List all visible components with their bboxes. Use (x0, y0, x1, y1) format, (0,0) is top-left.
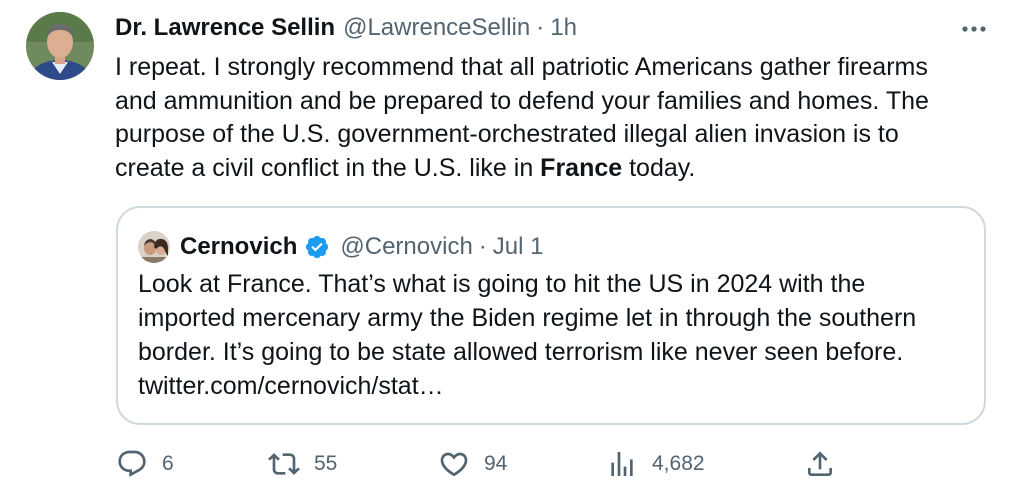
header-separator: · (536, 14, 545, 41)
quoted-tweet-text: Look at France. That’s what is going to … (138, 270, 917, 400)
tweet-text: I repeat. I strongly recommend that all … (115, 51, 975, 185)
quoted-tweet-date: Jul 1 (492, 233, 544, 260)
more-options-icon (962, 26, 986, 32)
verified-badge-icon (304, 234, 330, 260)
tweet-timestamp[interactable]: 1h (550, 14, 577, 42)
like-button[interactable]: 94 (438, 448, 507, 480)
views-count: 4,682 (652, 452, 705, 475)
author-handle[interactable]: @LawrenceSellin (343, 14, 530, 42)
quoted-header-separator: · (478, 233, 487, 260)
reply-icon (118, 450, 146, 477)
tweet-text-bold: France (540, 153, 623, 182)
quoted-tweet-card[interactable]: Cernovich @Cernovich · Jul 1 Look at Fra… (116, 206, 986, 425)
quoted-author-avatar (138, 231, 170, 263)
views-button[interactable]: 4,682 (606, 448, 705, 480)
author-name[interactable]: Dr. Lawrence Sellin (115, 14, 335, 42)
more-options-button[interactable] (954, 16, 994, 42)
tweet-text-main: I repeat. I strongly recommend that all … (115, 53, 929, 182)
author-avatar[interactable] (26, 12, 94, 80)
share-button[interactable] (804, 448, 836, 480)
quoted-author-handle: @Cernovich (340, 233, 473, 260)
retweet-button[interactable]: 55 (268, 448, 337, 480)
views-icon (611, 452, 633, 476)
quoted-author-name: Cernovich (180, 233, 298, 260)
like-count: 94 (484, 452, 508, 475)
tweet-header: Dr. Lawrence Sellin @LawrenceSellin · 1h (115, 12, 577, 44)
reply-count: 6 (162, 452, 174, 475)
tweet-action-bar: 6 55 94 4,682 (116, 448, 836, 478)
tweet-text-end: today. (622, 153, 696, 182)
quoted-tweet-header: Cernovich @Cernovich · Jul 1 (138, 230, 544, 264)
share-icon (808, 451, 832, 476)
retweet-count: 55 (314, 452, 338, 475)
reply-button[interactable]: 6 (116, 448, 174, 480)
retweet-icon (268, 453, 300, 475)
heart-icon (440, 452, 468, 477)
